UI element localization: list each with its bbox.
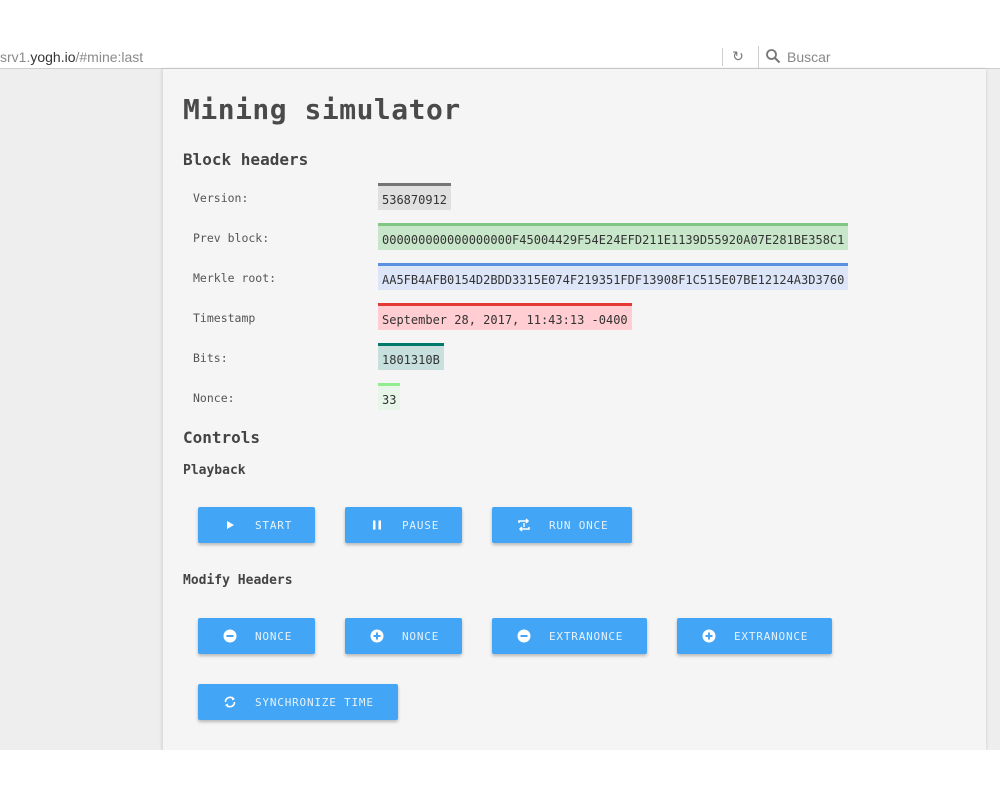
browser-toolbar: srv1.yogh.io/#mine:last ↻ Buscar (0, 0, 1000, 69)
nonce-decrement-label: NONCE (255, 629, 293, 643)
version-value: 536870912 (378, 183, 452, 210)
url-host: yogh.io (30, 49, 76, 65)
start-button-label: START (255, 518, 293, 532)
sync-icon (224, 696, 236, 708)
playback-heading: Playback (183, 463, 246, 478)
minus-circle-icon (223, 629, 237, 643)
nonce-label: Nonce: (193, 391, 235, 405)
controls-heading: Controls (183, 428, 261, 447)
pause-icon (373, 520, 381, 530)
timestamp-label: Timestamp (193, 311, 256, 325)
bits-value: 1801310B (378, 343, 444, 370)
pause-button[interactable]: PAUSE (345, 507, 462, 543)
extranonce-decrement-button[interactable]: EXTRANONCE (492, 618, 647, 654)
plus-circle-icon (702, 629, 716, 643)
page-bottom (0, 750, 1000, 800)
nonce-decrement-button[interactable]: NONCE (198, 618, 315, 654)
minus-circle-icon (517, 629, 531, 643)
extranonce-decrement-label: EXTRANONCE (549, 629, 624, 643)
block-headers-heading: Block headers (183, 150, 309, 169)
plus-circle-icon (370, 629, 384, 643)
nonce-increment-label: NONCE (402, 629, 440, 643)
address-bar[interactable]: srv1.yogh.io/#mine:last (0, 49, 143, 65)
left-gutter (0, 69, 162, 750)
prev-block-label: Prev block: (193, 231, 270, 245)
nonce-increment-button[interactable]: NONCE (345, 618, 462, 654)
extranonce-increment-label: EXTRANONCE (734, 629, 809, 643)
timestamp-value: September 28, 2017, 11:43:13 -0400 (378, 303, 632, 330)
address-divider (722, 48, 723, 66)
url-path: /#mine:last (75, 49, 144, 65)
synchronize-time-label: SYNCHRONIZE TIME (255, 695, 374, 709)
modify-headers-heading: Modify Headers (183, 573, 293, 588)
reload-icon[interactable]: ↻ (728, 47, 748, 67)
run-once-button-label: RUN ONCE (549, 518, 609, 532)
search-input[interactable]: Buscar (787, 49, 831, 65)
merkle-root-value: AA5FB4AFB0154D2BDD3315E074F219351FDF1390… (378, 263, 849, 290)
repeat-once-icon (518, 518, 530, 532)
play-icon (227, 521, 234, 529)
extranonce-increment-button[interactable]: EXTRANONCE (677, 618, 832, 654)
pause-button-label: PAUSE (402, 518, 440, 532)
search-icon (766, 49, 781, 64)
version-label: Version: (193, 191, 249, 205)
merkle-root-label: Merkle root: (193, 271, 277, 285)
synchronize-time-button[interactable]: SYNCHRONIZE TIME (198, 684, 398, 720)
right-gutter (985, 69, 1000, 750)
prev-block-value: 000000000000000000F45004429F54E24EFD211E… (378, 223, 849, 250)
bits-label: Bits: (193, 351, 228, 365)
main-panel: Mining simulator Block headers Version: … (162, 69, 986, 750)
start-button[interactable]: START (198, 507, 315, 543)
url-prefix: srv1. (0, 49, 31, 65)
search-box[interactable]: Buscar (758, 46, 1000, 68)
nonce-value: 33 (378, 383, 401, 410)
run-once-button[interactable]: RUN ONCE (492, 507, 632, 543)
page-title: Mining simulator (183, 93, 461, 126)
